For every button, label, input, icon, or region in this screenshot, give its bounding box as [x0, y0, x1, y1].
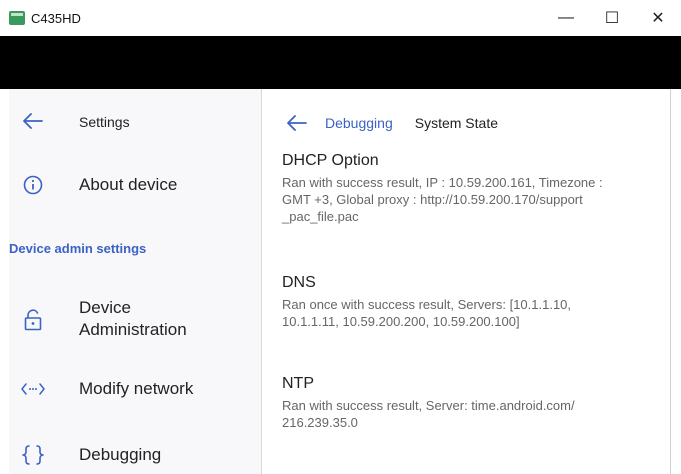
page-title: System State	[414, 115, 498, 131]
state-entry-ntp: NTP Ran with success result, Server: tim…	[282, 374, 680, 431]
entry-title: DHCP Option	[282, 152, 379, 169]
braces-icon	[21, 443, 45, 467]
sidebar-item-debugging[interactable]: Debugging	[9, 443, 262, 467]
sidebar-item-label: About device	[79, 175, 178, 194]
status-strip	[0, 36, 681, 89]
entry-description: Ran once with success result, Servers: […	[282, 297, 572, 329]
sidebar-item-modify-network[interactable]: Modify network	[9, 377, 262, 401]
entry-description: Ran with success result, IP : 10.59.200.…	[282, 175, 603, 224]
back-arrow-icon[interactable]	[21, 109, 45, 133]
breadcrumb: Debugging System State	[287, 113, 498, 133]
lock-open-icon	[21, 308, 45, 332]
sidebar-back-row[interactable]: Settings	[9, 109, 262, 133]
entry-title: NTP	[282, 375, 314, 392]
sidebar-item-label: Device Administration	[79, 298, 187, 339]
system-state-panel: Debugging System State DHCP Option Ran w…	[263, 89, 681, 474]
sidebar-item-label: Debugging	[79, 445, 162, 464]
info-icon	[21, 173, 45, 197]
settings-title: Settings	[79, 114, 130, 130]
state-entry-dhcp: DHCP Option Ran with success result, IP …	[282, 151, 680, 225]
section-header-device-admin: Device admin settings	[9, 241, 147, 256]
app-icon	[9, 11, 25, 25]
entry-description: Ran with success result, Server: time.an…	[282, 398, 575, 430]
sidebar-item-about-device[interactable]: About device	[9, 173, 262, 197]
breadcrumb-back-icon[interactable]	[287, 113, 309, 133]
close-button[interactable]: ✕	[635, 0, 681, 36]
state-entry-dns: DNS Ran once with success result, Server…	[282, 273, 680, 330]
minimize-button[interactable]: —	[543, 0, 589, 36]
window-frame-edge	[670, 89, 671, 474]
window-title: C435HD	[31, 10, 81, 26]
entry-title: DNS	[282, 274, 316, 291]
sidebar-item-label: Modify network	[79, 379, 194, 398]
window-controls: — ☐ ✕	[543, 0, 681, 36]
settings-sidebar: Settings About device Device admin setti…	[9, 89, 262, 474]
window-titlebar: C435HD — ☐ ✕	[0, 0, 681, 36]
maximize-button[interactable]: ☐	[589, 0, 635, 36]
sidebar-item-device-administration[interactable]: Device Administration	[9, 297, 262, 343]
breadcrumb-parent-link[interactable]: Debugging	[325, 115, 393, 131]
code-arrows-icon	[21, 377, 45, 401]
